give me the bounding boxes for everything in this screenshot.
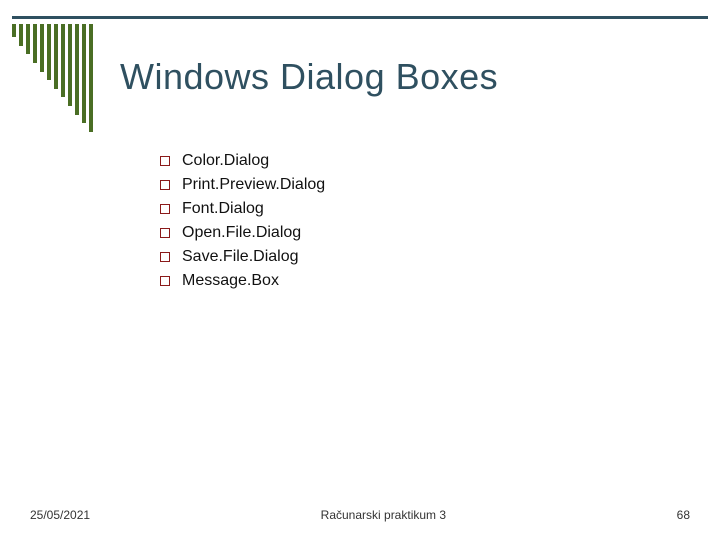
top-rule <box>12 16 708 19</box>
list-item: Message.Box <box>160 272 325 290</box>
footer-course: Računarski praktikum 3 <box>90 508 677 522</box>
bullet-text: Message.Box <box>182 272 279 290</box>
square-bullet-icon <box>160 228 170 238</box>
slide-title: Windows Dialog Boxes <box>120 56 498 98</box>
bullet-text: Font.Dialog <box>182 200 264 218</box>
slide-footer: 25/05/2021 Računarski praktikum 3 68 <box>0 508 720 522</box>
bullet-text: Open.File.Dialog <box>182 224 301 242</box>
list-item: Font.Dialog <box>160 200 325 218</box>
bullet-text: Color.Dialog <box>182 152 269 170</box>
list-item: Color.Dialog <box>160 152 325 170</box>
square-bullet-icon <box>160 276 170 286</box>
square-bullet-icon <box>160 252 170 262</box>
bullet-list: Color.Dialog Print.Preview.Dialog Font.D… <box>160 152 325 296</box>
footer-date: 25/05/2021 <box>30 508 90 522</box>
bullet-text: Save.File.Dialog <box>182 248 299 266</box>
list-item: Print.Preview.Dialog <box>160 176 325 194</box>
decorative-stripes <box>12 24 104 132</box>
footer-page: 68 <box>677 508 690 522</box>
square-bullet-icon <box>160 156 170 166</box>
bullet-text: Print.Preview.Dialog <box>182 176 325 194</box>
list-item: Save.File.Dialog <box>160 248 325 266</box>
square-bullet-icon <box>160 204 170 214</box>
square-bullet-icon <box>160 180 170 190</box>
list-item: Open.File.Dialog <box>160 224 325 242</box>
